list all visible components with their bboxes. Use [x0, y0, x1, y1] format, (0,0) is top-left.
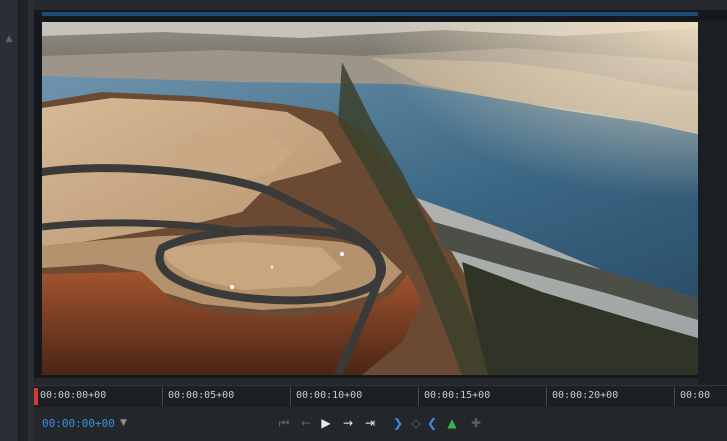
ruler-tick-label: 00:00 [680, 390, 711, 401]
ruler-tick-label: 00:00:00+00 [40, 390, 107, 401]
transport-bar: 00:00:00+00 ▼ ⏮ ← ▶ → ⇥ ❯ ◇ ❮ ▲ ✚ [34, 407, 727, 441]
monitor-active-indicator [42, 12, 698, 16]
step-forward-icon[interactable]: → [340, 415, 356, 431]
ruler-tick-line [418, 387, 419, 406]
go-to-end-icon[interactable]: ⇥ [362, 415, 378, 431]
video-preview[interactable] [42, 22, 698, 375]
monitor-right-gutter [698, 20, 727, 388]
panel-divider[interactable] [19, 0, 28, 441]
time-ruler[interactable]: 00:00:00+00 00:00:05+00 00:00:10+00 00:0… [34, 385, 727, 409]
ruler-tick-label: 00:00:10+00 [296, 390, 363, 401]
ruler-tick-label: 00:00:20+00 [552, 390, 619, 401]
ruler-tick-label: 00:00:15+00 [424, 390, 491, 401]
scroll-up-icon[interactable]: ▲ [0, 34, 18, 44]
ruler-tick-label: 00:00:05+00 [168, 390, 235, 401]
ruler-tick-line [546, 387, 547, 406]
ruler-tick-line [674, 387, 675, 406]
ruler-tick-line [290, 387, 291, 406]
video-frame-image [42, 22, 698, 375]
export-frame-icon[interactable]: ▲ [444, 415, 460, 431]
mark-in-icon[interactable]: ❯ [390, 415, 406, 431]
add-keyframe-icon[interactable]: ✚ [468, 415, 484, 431]
play-icon[interactable]: ▶ [318, 415, 334, 431]
go-to-start-icon[interactable]: ⏮ [276, 415, 292, 431]
ruler-tick-line [162, 387, 163, 406]
current-timecode[interactable]: 00:00:00+00 [42, 417, 115, 430]
chevron-down-icon[interactable]: ▼ [120, 418, 127, 428]
left-panel: ▲ [0, 0, 19, 441]
add-marker-icon[interactable]: ◇ [408, 415, 424, 431]
program-monitor [34, 10, 727, 388]
playhead[interactable] [34, 388, 38, 405]
mark-out-icon[interactable]: ❮ [424, 415, 440, 431]
step-back-icon[interactable]: ← [298, 415, 314, 431]
monitor-header [34, 0, 727, 10]
